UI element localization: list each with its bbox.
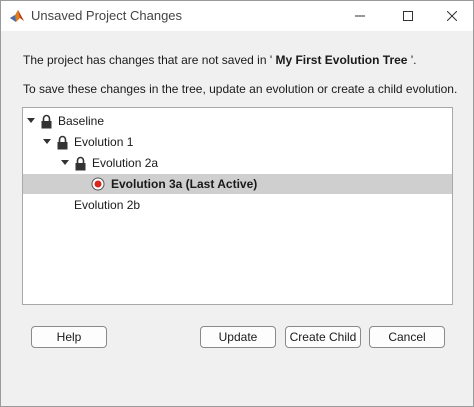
update-button[interactable]: Update: [200, 326, 276, 348]
message-prefix: The project has changes that are not sav…: [23, 53, 276, 67]
maximize-button[interactable]: [385, 1, 431, 31]
tree-node-label: Baseline: [58, 114, 105, 128]
tree-node-evolution-3a[interactable]: Evolution 3a (Last Active): [23, 174, 452, 194]
tree-node-label: Evolution 2b: [74, 198, 141, 212]
tree-node-evolution-2a[interactable]: Evolution 2a: [60, 153, 158, 173]
lock-icon: [74, 156, 87, 171]
expand-arrow-icon[interactable]: [42, 137, 52, 147]
dialog-content: The project has changes that are not sav…: [1, 31, 473, 406]
help-button[interactable]: Help: [31, 326, 107, 348]
close-button[interactable]: [429, 1, 474, 31]
tree-node-label: Evolution 2a: [92, 156, 159, 170]
cancel-button[interactable]: Cancel: [369, 326, 445, 348]
instruction-message: To save these changes in the tree, updat…: [23, 82, 458, 96]
unsaved-message: The project has changes that are not sav…: [23, 53, 416, 67]
tree-node-evolution-1[interactable]: Evolution 1: [42, 132, 133, 152]
tree-node-label: Evolution 1: [74, 135, 134, 149]
lock-icon: [56, 135, 69, 150]
tree-node-evolution-2b[interactable]: Evolution 2b: [74, 195, 140, 215]
title-bar[interactable]: Unsaved Project Changes: [1, 1, 473, 31]
expand-arrow-icon[interactable]: [60, 158, 70, 168]
matlab-icon: [9, 9, 25, 23]
expand-arrow-icon[interactable]: [26, 116, 36, 126]
minimize-button[interactable]: [337, 1, 383, 31]
tree-node-label: Evolution 3a (Last Active): [111, 177, 258, 191]
message-suffix: '.: [407, 53, 417, 67]
project-name: My First Evolution Tree: [275, 53, 408, 67]
lock-icon: [40, 114, 53, 129]
window-title: Unsaved Project Changes: [31, 8, 183, 23]
maximize-icon: [403, 11, 413, 21]
create-child-button[interactable]: Create Child: [285, 326, 361, 348]
dialog-window: Unsaved Project Changes The project has …: [0, 0, 474, 407]
active-evolution-icon: [91, 177, 105, 191]
close-icon: [447, 11, 457, 21]
tree-node-baseline[interactable]: Baseline: [26, 111, 104, 131]
evolution-tree[interactable]: Baseline Evolution 1 Evolution 2a Evolut…: [22, 107, 453, 305]
minimize-icon: [355, 15, 365, 17]
